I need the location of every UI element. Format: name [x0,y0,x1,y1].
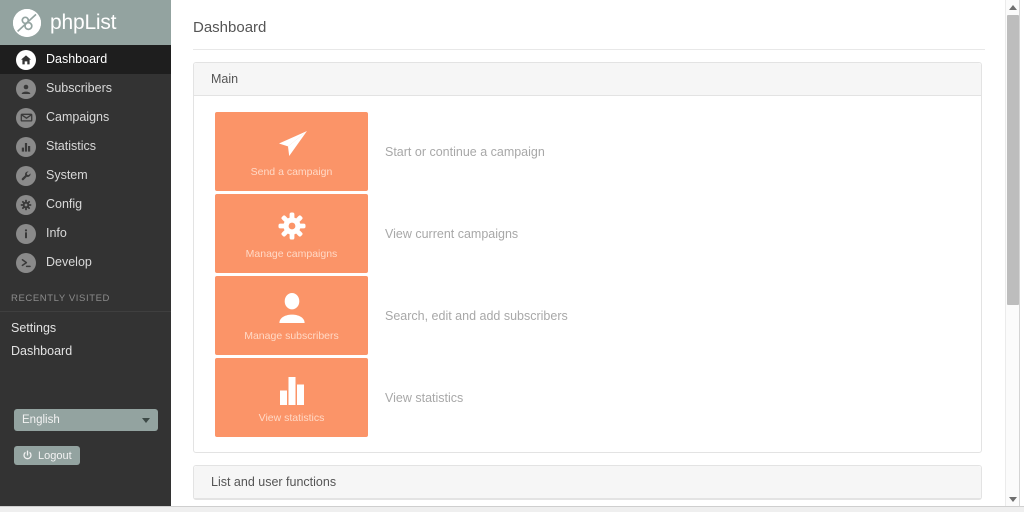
gear-icon [16,194,36,215]
tile-label: Send a campaign [250,166,333,178]
logout-label: Logout [38,449,72,462]
sidebar-item-label: System [46,168,88,183]
main-content: Dashboard Main Send a campaign Start or … [171,0,1007,512]
brand-logo-bar[interactable]: phpList [0,0,171,45]
language-select-value: English [22,414,60,426]
vertical-scrollbar-thumb[interactable] [1007,15,1019,305]
window-bottom-edge [0,506,1024,512]
panel-main-heading: Main [194,63,981,96]
sidebar-item-label: Develop [46,255,92,270]
tile-view-statistics[interactable]: View statistics [215,358,368,437]
sidebar-item-label: Info [46,226,67,241]
scroll-up-arrow-icon[interactable] [1006,0,1020,14]
bar-chart-icon [16,136,36,157]
sidebar-item-label: Subscribers [46,81,112,96]
sidebar-item-dashboard[interactable]: Dashboard [0,45,171,74]
paper-plane-icon [275,125,309,159]
logout-button[interactable]: Logout [14,446,80,465]
brand-name: phpList [50,11,117,34]
vertical-scrollbar[interactable] [1005,0,1019,506]
envelope-icon [16,107,36,128]
tile-label: View statistics [258,412,325,424]
recent-item-settings[interactable]: Settings [0,312,171,335]
tile-manage-subscribers[interactable]: Manage subscribers [215,276,368,355]
tile-row: Manage subscribers Search, edit and add … [194,276,981,358]
panel-main-body: Send a campaign Start or continue a camp… [194,96,981,452]
tile-manage-campaigns[interactable]: Manage campaigns [215,194,368,273]
chevron-down-icon [142,417,150,423]
wrench-icon [16,165,36,186]
bar-chart-icon [277,371,307,405]
language-select[interactable]: English [14,409,158,431]
tile-row: View statistics View statistics [194,358,981,440]
terminal-icon [16,252,36,273]
tile-label: Manage campaigns [245,248,338,260]
info-icon [16,223,36,244]
panel-list-and-user-functions: List and user functions [193,465,982,500]
sidebar-item-subscribers[interactable]: Subscribers [0,74,171,103]
tile-label: Manage subscribers [244,330,339,342]
tile-row: Send a campaign Start or continue a camp… [194,112,981,194]
sidebar-item-config[interactable]: Config [0,190,171,219]
phplist-dashboard-window: phpList Dashboard Subscribers Campaigns [0,0,1024,512]
tile-send-a-campaign[interactable]: Send a campaign [215,112,368,191]
scroll-down-arrow-icon[interactable] [1006,492,1020,506]
sidebar-item-label: Dashboard [46,52,108,67]
power-icon [23,450,32,460]
user-icon [16,78,36,99]
tile-description: View statistics [385,390,464,405]
sidebar-item-label: Config [46,197,83,212]
window-right-edge [1019,0,1024,512]
sidebar-item-label: Statistics [46,139,97,154]
phplist-logo-icon [13,8,41,37]
sidebar-item-system[interactable]: System [0,161,171,190]
page-title: Dashboard [193,19,267,36]
panel-list-and-user-functions-heading: List and user functions [194,466,981,499]
sidebar-item-develop[interactable]: Develop [0,248,171,277]
recently-visited-heading: RECENTLY VISITED [0,277,171,312]
tile-description: Search, edit and add subscribers [385,308,568,323]
sidebar-item-campaigns[interactable]: Campaigns [0,103,171,132]
sidebar-item-info[interactable]: Info [0,219,171,248]
sidebar: phpList Dashboard Subscribers Campaigns [0,0,171,506]
tile-row: Manage campaigns View current campaigns [194,194,981,276]
sidebar-item-statistics[interactable]: Statistics [0,132,171,161]
recent-item-dashboard[interactable]: Dashboard [0,335,171,358]
panel-main: Main Send a campaign Start or continue a… [193,62,982,453]
user-icon [278,289,306,323]
sidebar-item-label: Campaigns [46,110,110,125]
tile-description: View current campaigns [385,226,519,241]
home-icon [16,49,36,70]
title-divider [193,49,985,50]
sidebar-nav: Dashboard Subscribers Campaigns Statisti… [0,45,171,277]
gear-icon [277,207,307,241]
tile-description: Start or continue a campaign [385,144,545,159]
